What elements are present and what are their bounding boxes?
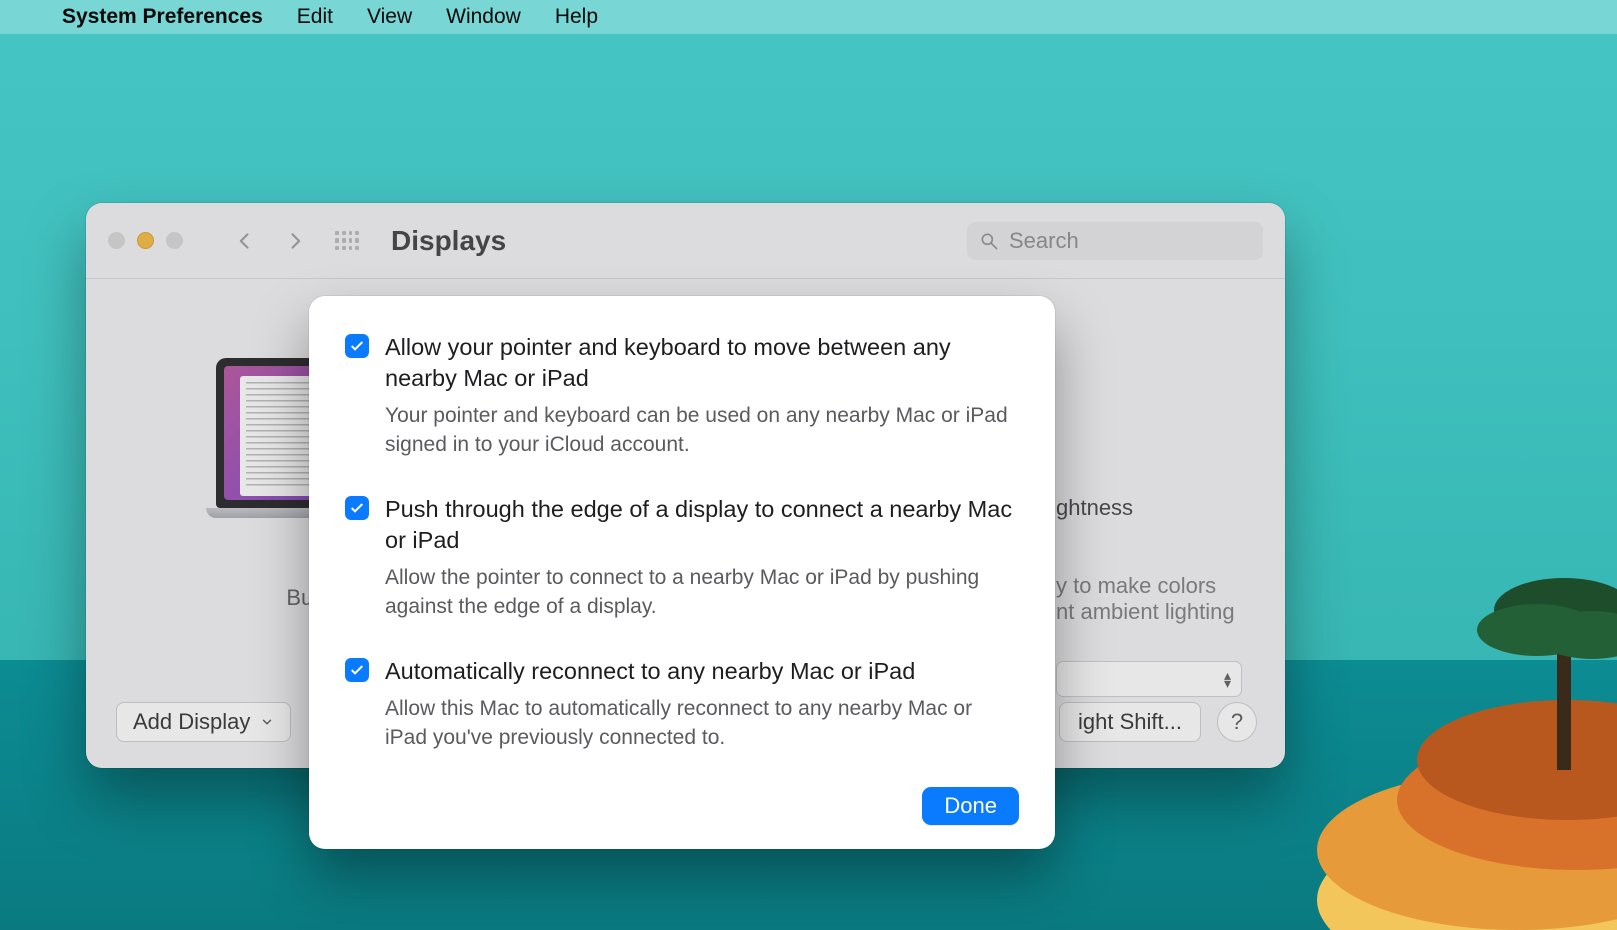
help-label: ? [1231, 709, 1243, 735]
night-shift-label-fragment: ight Shift... [1078, 709, 1182, 735]
dropdown-fragment[interactable]: ▴▾ [1056, 661, 1242, 697]
help-button[interactable]: ? [1217, 702, 1257, 742]
night-shift-button[interactable]: ight Shift... [1059, 702, 1201, 742]
option-desc: Allow this Mac to automatically reconnec… [385, 695, 1019, 753]
menubar-item-edit[interactable]: Edit [297, 5, 333, 29]
add-display-button[interactable]: Add Display [116, 702, 291, 742]
option-title: Allow your pointer and keyboard to move … [385, 332, 1019, 394]
menubar-app-name[interactable]: System Preferences [62, 5, 263, 29]
checkbox-push-through-edge[interactable] [345, 496, 369, 520]
option-title: Automatically reconnect to any nearby Ma… [385, 656, 1019, 687]
checkbox-allow-pointer-keyboard[interactable] [345, 334, 369, 358]
menubar-item-window[interactable]: Window [446, 5, 521, 29]
done-button[interactable]: Done [922, 787, 1019, 825]
brightness-label-fragment: ghtness [1056, 495, 1133, 521]
option-allow-pointer-keyboard: Allow your pointer and keyboard to move … [345, 332, 1019, 460]
option-title: Push through the edge of a display to co… [385, 494, 1019, 556]
chevron-down-icon [260, 715, 274, 729]
checkbox-auto-reconnect[interactable] [345, 658, 369, 682]
truetone-desc-fragment-1: y to make colors [1056, 573, 1216, 599]
stepper-icon: ▴▾ [1224, 671, 1231, 687]
universal-control-sheet: Allow your pointer and keyboard to move … [309, 296, 1055, 849]
option-desc: Allow the pointer to connect to a nearby… [385, 564, 1019, 622]
menubar-item-help[interactable]: Help [555, 5, 598, 29]
menubar-item-view[interactable]: View [367, 5, 412, 29]
truetone-desc-fragment-2: nt ambient lighting [1056, 599, 1235, 625]
option-auto-reconnect: Automatically reconnect to any nearby Ma… [345, 656, 1019, 753]
option-push-through-edge: Push through the edge of a display to co… [345, 494, 1019, 622]
menubar: System Preferences Edit View Window Help [0, 0, 1617, 34]
add-display-label: Add Display [133, 709, 250, 735]
option-desc: Your pointer and keyboard can be used on… [385, 402, 1019, 460]
